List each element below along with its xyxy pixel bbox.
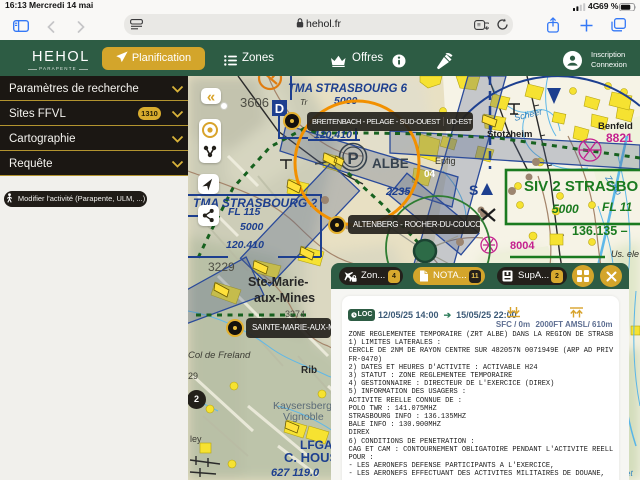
svg-text:aux-Mines: aux-Mines <box>254 291 315 305</box>
svg-text:2235: 2235 <box>385 186 411 198</box>
svg-text:≡: ≡ <box>477 22 481 29</box>
svg-text:Us. ele: Us. ele <box>611 249 639 259</box>
svg-text:04: 04 <box>424 169 436 180</box>
svg-text:Col de Freland: Col de Freland <box>188 350 251 361</box>
svg-text:ley: ley <box>190 434 202 444</box>
svg-text:627 119.0: 627 119.0 <box>271 467 320 479</box>
svg-text:P: P <box>347 149 358 168</box>
svg-text:FL 11: FL 11 <box>602 200 633 214</box>
svg-text:«: « <box>207 89 215 105</box>
svg-text:SIV 2 STRASBO: SIV 2 STRASBO <box>524 178 639 195</box>
svg-text:120.410: 120.410 <box>226 239 264 251</box>
svg-text:Tr: Tr <box>300 97 309 107</box>
svg-text:ALBE: ALBE <box>372 156 409 171</box>
svg-text:3606: 3606 <box>240 95 269 110</box>
svg-text:8821: 8821 <box>606 131 633 145</box>
svg-text:Epfig: Epfig <box>435 156 456 166</box>
svg-text:Stotzheim: Stotzheim <box>487 129 532 140</box>
svg-text:S: S <box>469 182 478 198</box>
svg-text:29: 29 <box>188 371 198 381</box>
svg-text:TMA STRASBOURG 6: TMA STRASBOURG 6 <box>288 83 408 95</box>
svg-text:136.135 –: 136.135 – <box>572 224 628 238</box>
svg-text:5000: 5000 <box>552 202 579 216</box>
svg-text:Ste-Marie-: Ste-Marie- <box>248 275 308 289</box>
svg-text:FL 115: FL 115 <box>228 206 260 218</box>
svg-text:8004: 8004 <box>510 240 535 252</box>
svg-text:5000: 5000 <box>240 221 264 233</box>
svg-text:Vignoble: Vignoble <box>283 411 324 423</box>
svg-text:D: D <box>275 101 284 116</box>
svg-text:3229: 3229 <box>208 260 235 274</box>
svg-text:Rib: Rib <box>301 365 317 376</box>
